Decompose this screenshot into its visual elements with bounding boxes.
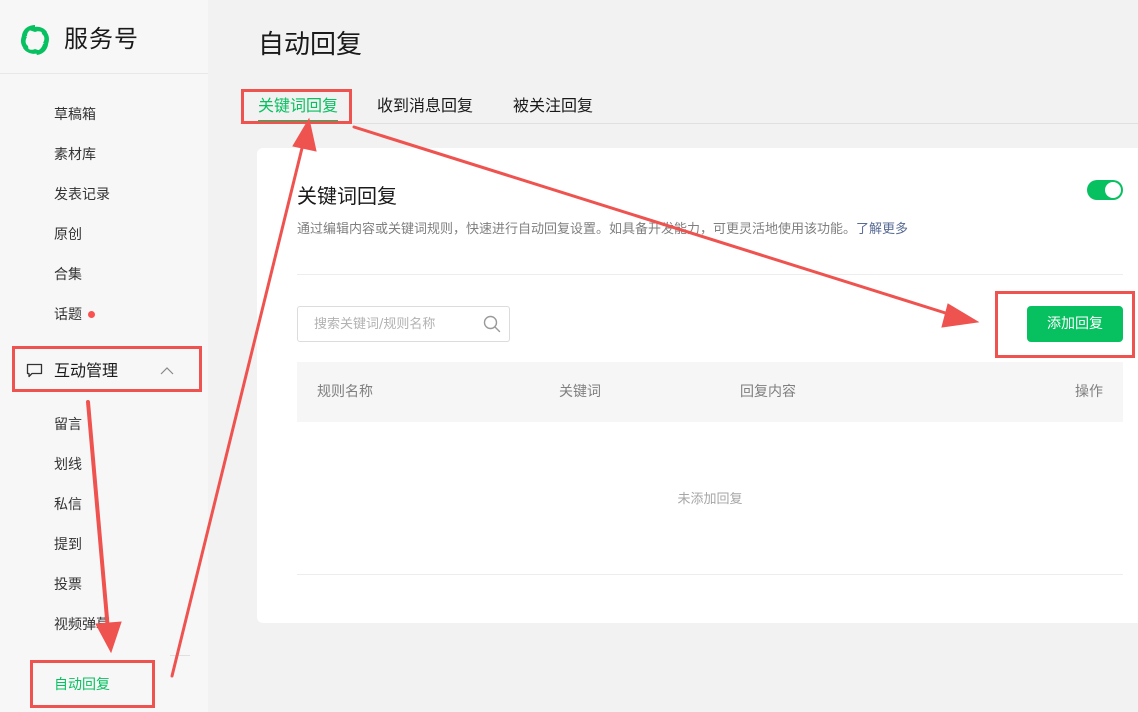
sidebar-item-votes[interactable]: 投票 [54, 575, 82, 595]
tab-active-indicator [258, 120, 338, 123]
sidebar-item-publish-records[interactable]: 发表记录 [54, 185, 110, 205]
search-box [297, 306, 510, 342]
column-header-actions: 操作 [1075, 384, 1103, 400]
wechat-logo-icon [20, 25, 50, 55]
sidebar-group-interaction[interactable]: 互动管理 [16, 350, 200, 390]
sidebar-item-video-danmaku[interactable]: 视频弹幕 [54, 615, 110, 635]
card-description: 通过编辑内容或关键词规则，快速进行自动回复设置。如具备开发能力，可更灵活地使用该… [297, 220, 908, 240]
sidebar-item-topics[interactable]: 话题 [54, 305, 95, 325]
sidebar-item-auto-reply[interactable]: 自动回复 [54, 675, 110, 695]
table-header: 规则名称 关键词 回复内容 操作 [297, 362, 1123, 422]
chevron-up-icon[interactable] [160, 366, 174, 375]
column-header-rule-name: 规则名称 [317, 384, 373, 400]
sidebar-item-topics-label: 话题 [54, 307, 82, 323]
brand-name: 服务号 [64, 25, 139, 53]
comment-icon [26, 363, 43, 378]
notification-dot [88, 310, 95, 318]
divider [170, 655, 190, 656]
divider [297, 574, 1123, 575]
column-header-reply-content: 回复内容 [740, 384, 796, 400]
tab-message-reply[interactable]: 收到消息回复 [377, 94, 473, 118]
description-text: 通过编辑内容或关键词规则，快速进行自动回复设置。如具备开发能力，可更灵活地使用该… [297, 222, 857, 237]
keyword-reply-card: 关键词回复 通过编辑内容或关键词规则，快速进行自动回复设置。如具备开发能力，可更… [257, 148, 1138, 623]
sidebar-item-drafts[interactable]: 草稿箱 [54, 105, 96, 125]
search-icon[interactable] [483, 315, 501, 333]
tab-bar: 关键词回复 收到消息回复 被关注回复 [240, 86, 1138, 124]
sidebar-group-label: 互动管理 [54, 361, 119, 380]
learn-more-link[interactable]: 了解更多 [856, 222, 908, 237]
empty-state-text: 未添加回复 [677, 492, 743, 507]
sidebar-item-mentions[interactable]: 提到 [54, 535, 82, 555]
add-reply-button[interactable]: 添加回复 [1027, 306, 1123, 342]
tab-follow-reply[interactable]: 被关注回复 [513, 94, 593, 118]
brand-header: 服务号 [0, 0, 208, 74]
search-input[interactable] [298, 307, 478, 341]
sidebar-item-highlights[interactable]: 划线 [54, 455, 82, 475]
sidebar-item-materials[interactable]: 素材库 [54, 145, 96, 165]
sidebar: 服务号 草稿箱 素材库 发表记录 原创 合集 话题 互动管理 留言 划线 私信 … [0, 0, 208, 712]
tab-keyword-reply[interactable]: 关键词回复 [258, 94, 338, 118]
divider [297, 274, 1123, 275]
sidebar-item-comments[interactable]: 留言 [54, 415, 82, 435]
enable-toggle[interactable] [1087, 180, 1123, 200]
card-title: 关键词回复 [297, 184, 397, 208]
sidebar-item-original[interactable]: 原创 [54, 225, 82, 245]
column-header-keyword: 关键词 [559, 384, 601, 400]
sidebar-item-collections[interactable]: 合集 [54, 265, 82, 285]
toggle-knob [1105, 182, 1121, 198]
page-title: 自动回复 [258, 30, 363, 60]
sidebar-item-messages[interactable]: 私信 [54, 495, 82, 515]
